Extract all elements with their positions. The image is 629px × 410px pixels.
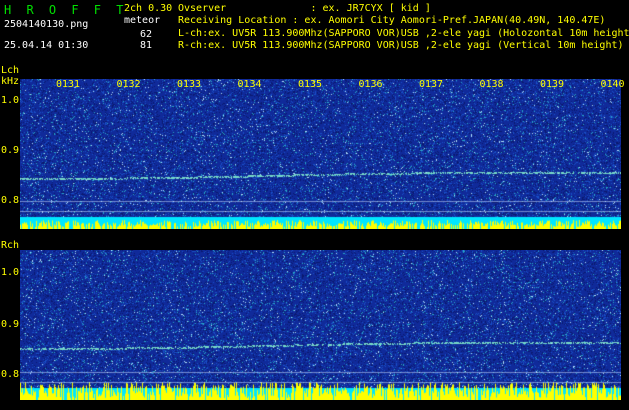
rch-ytick-1-0: 1.0 — [1, 267, 20, 278]
time-tick-label: 0138 — [479, 79, 504, 90]
rch-waterfall-canvas — [20, 250, 621, 400]
lch-label: Lch — [1, 65, 20, 76]
mode-label: meteor — [124, 15, 161, 26]
time-tick-label: 0134 — [237, 79, 262, 90]
time-tick-label: 0137 — [419, 79, 444, 90]
time-tick-label: 0135 — [298, 79, 323, 90]
lch-ytick-0-9: 0.9 — [1, 145, 20, 156]
lch-spectrogram — [20, 79, 621, 229]
app-title: H R O F F T — [4, 3, 128, 17]
observer-line: Ovserver : ex. JR7CYX [ kid ] — [178, 3, 431, 14]
rch-count: 81 — [140, 40, 153, 51]
time-tick-label: 0131 — [56, 79, 81, 90]
rch-description: R-ch:ex. UV5R 113.900Mhz(SAPPORO VOR)USB… — [178, 40, 624, 51]
time-tick-label: 0136 — [358, 79, 383, 90]
time-tick-label: 0133 — [177, 79, 202, 90]
lch-waterfall-canvas — [20, 79, 621, 229]
lch-count: 62 — [140, 29, 153, 40]
rch-spectrogram — [20, 250, 621, 400]
lch-unit-label: kHz — [1, 76, 20, 87]
lch-ytick-0-8: 0.8 — [1, 195, 20, 206]
datetime-label: 25.04.14 01:30 — [4, 40, 89, 51]
time-tick-label: 0139 — [540, 79, 565, 90]
rch-ytick-0-9: 0.9 — [1, 319, 20, 330]
location-line: Receiving Location : ex. Aomori City Aom… — [178, 15, 606, 26]
time-tick-label: 0140 — [600, 79, 625, 90]
channel-setting: 2ch 0.30 — [124, 3, 173, 14]
rch-ytick-0-8: 0.8 — [1, 369, 20, 380]
time-tick-label: 0132 — [116, 79, 141, 90]
rch-label: Rch — [1, 240, 20, 251]
filename-label: 2504140130.png — [4, 19, 89, 30]
lch-ytick-1-0: 1.0 — [1, 95, 20, 106]
lch-description: L-ch:ex. UV5R 113.900Mhz(SAPPORO VOR)USB… — [178, 28, 629, 39]
